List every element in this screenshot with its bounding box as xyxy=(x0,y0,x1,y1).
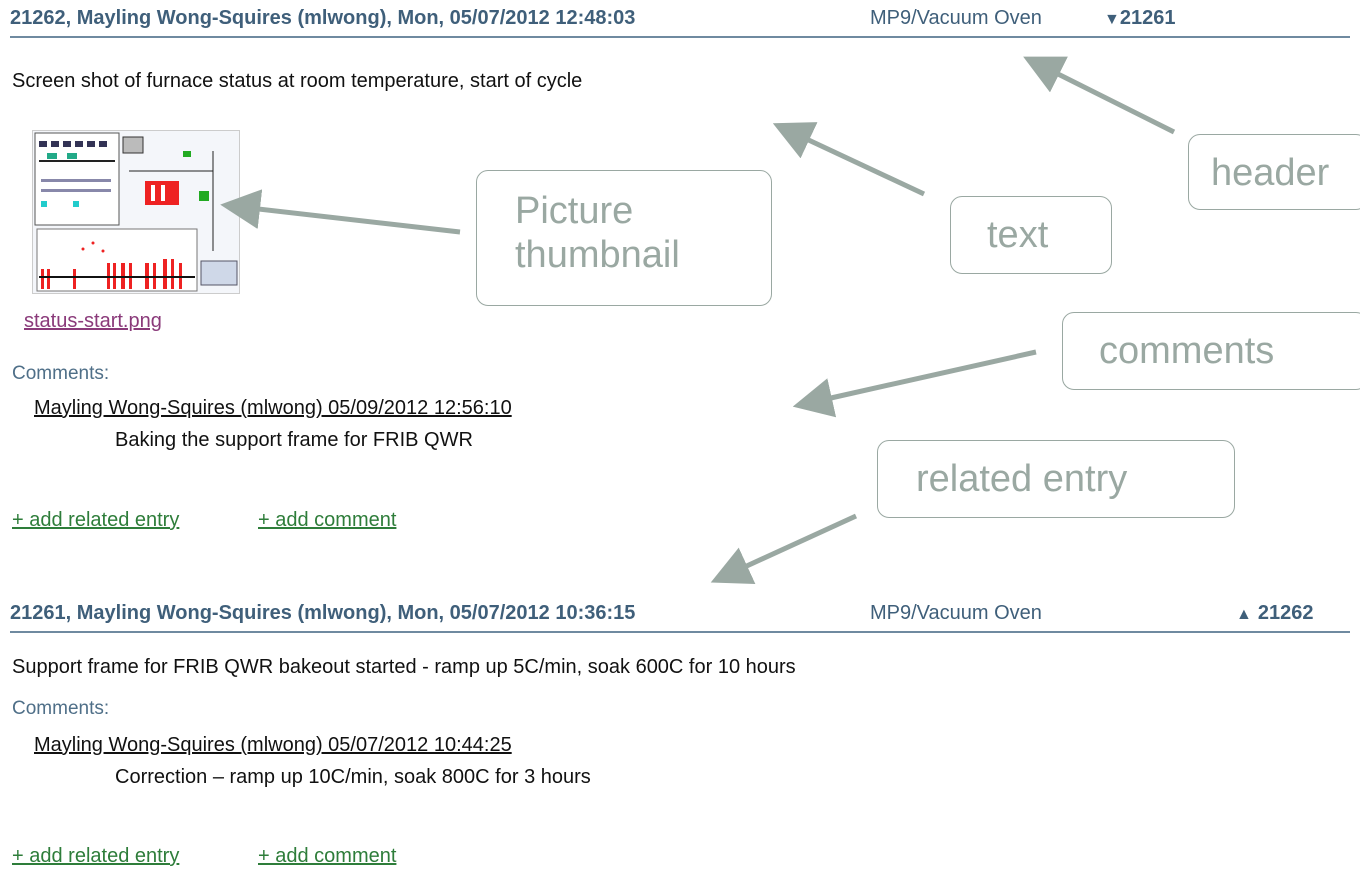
entry-header-21261: 21261, Mayling Wong-Squires (mlwong), Mo… xyxy=(10,595,1350,633)
add-comment-link[interactable]: + add comment xyxy=(258,509,396,532)
entry-header-21262: 21262, Mayling Wong-Squires (mlwong), Mo… xyxy=(10,0,1350,38)
picture-callout-line1: Picture xyxy=(515,190,634,232)
add-related-entry-link[interactable]: + add related entry xyxy=(12,509,179,532)
comments-label: Comments: xyxy=(12,698,110,719)
add-comment-link[interactable]: + add comment xyxy=(258,845,396,868)
related-entry-number: 21261 xyxy=(1119,7,1176,29)
picture-arrow xyxy=(220,189,461,235)
entry-category: MP9/Vacuum Oven xyxy=(870,602,1042,624)
comment-author[interactable]: Mayling Wong-Squires (mlwong) 05/09/2012… xyxy=(34,397,512,420)
text-arrow xyxy=(772,122,926,197)
comment-body: Correction – ramp up 10C/min, soak 800C … xyxy=(115,766,591,788)
triangle-up-icon: ▲ xyxy=(1236,606,1252,623)
related-entry-number: 21262 xyxy=(1257,602,1314,624)
comments-label: Comments: xyxy=(12,363,110,384)
entry-meta: 21262, Mayling Wong-Squires (mlwong), Mo… xyxy=(10,7,636,29)
add-related-entry-link[interactable]: + add related entry xyxy=(12,845,179,868)
text-callout: text xyxy=(950,196,1112,274)
picture-thumbnail[interactable] xyxy=(32,130,240,294)
picture-thumbnail-callout: Picture thumbnail xyxy=(476,170,772,306)
entry-text: Support frame for FRIB QWR bakeout start… xyxy=(12,656,796,678)
entry-meta: 21261, Mayling Wong-Squires (mlwong), Mo… xyxy=(10,602,636,624)
comment-body: Baking the support frame for FRIB QWR xyxy=(115,429,473,451)
related-entry-link[interactable]: ▲ 21262 xyxy=(1236,602,1313,625)
thumbnail-image-icon xyxy=(33,131,239,293)
comments-callout: comments xyxy=(1062,312,1360,390)
picture-callout-line2: thumbnail xyxy=(515,234,680,276)
attachment-link[interactable]: status-start.png xyxy=(24,310,162,333)
entry-category: MP9/Vacuum Oven xyxy=(870,7,1042,29)
related-entry-link[interactable]: ▼21261 xyxy=(1104,7,1175,30)
comments-arrow xyxy=(792,349,1037,418)
related-entry-arrow xyxy=(710,513,858,585)
header-arrow xyxy=(1023,56,1176,135)
related-entry-callout: related entry xyxy=(877,440,1235,518)
triangle-down-icon: ▼ xyxy=(1104,11,1120,28)
entry-text: Screen shot of furnace status at room te… xyxy=(12,70,583,92)
comment-author[interactable]: Mayling Wong-Squires (mlwong) 05/07/2012… xyxy=(34,734,512,757)
header-callout: header xyxy=(1188,134,1360,210)
